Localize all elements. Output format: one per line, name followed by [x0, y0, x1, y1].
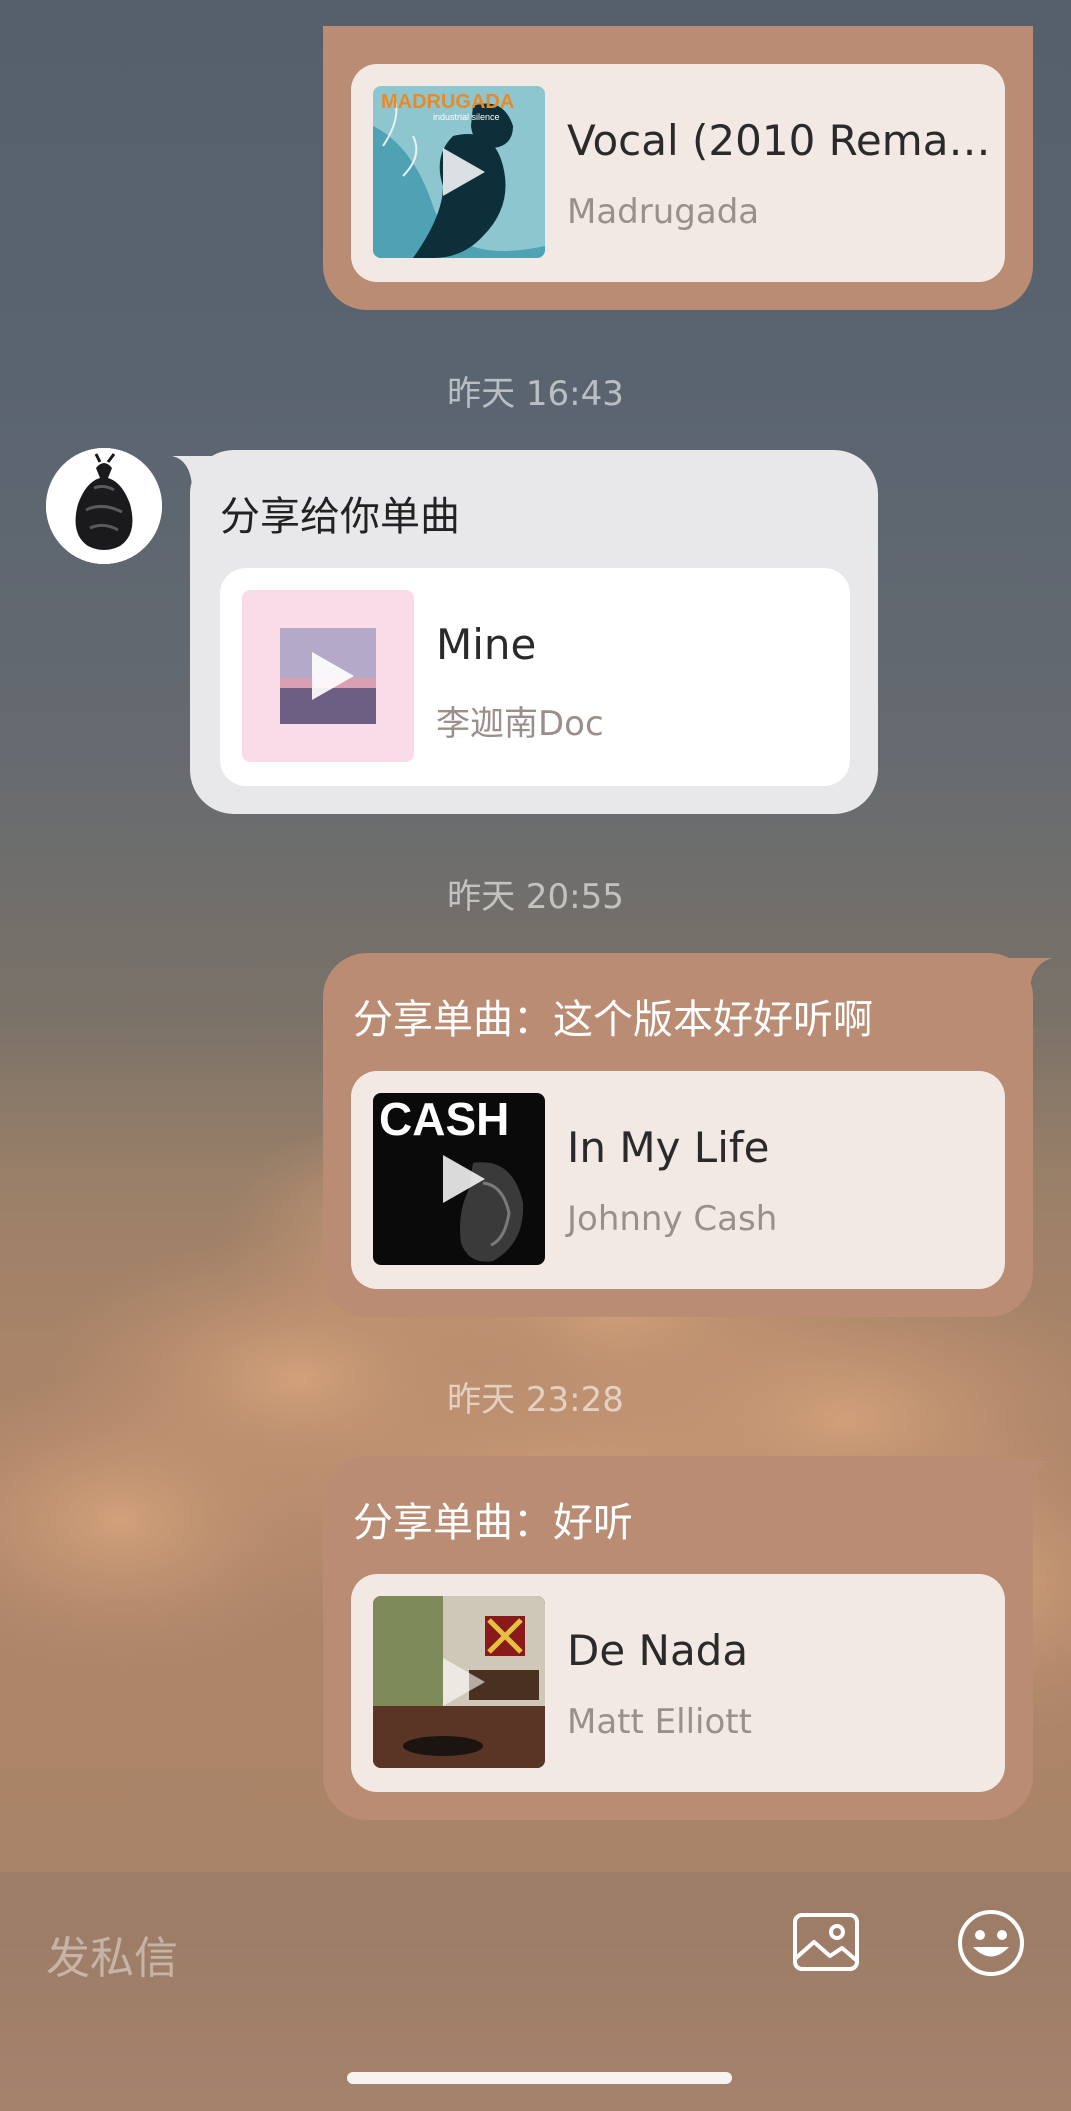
emoji-icon[interactable]: [956, 1908, 1026, 1978]
song-card[interactable]: De Nada Matt Elliott: [351, 1574, 1005, 1792]
song-artist: 李迦南Doc: [436, 704, 604, 744]
play-icon[interactable]: [373, 1596, 545, 1768]
image-icon[interactable]: [792, 1912, 860, 1974]
message-bubble-received: 分享给你单曲 Mine 李迦南Doc: [190, 450, 878, 814]
message-caption: 分享单曲：这个版本好好听啊: [353, 997, 873, 1043]
song-artist: Johnny Cash: [567, 1199, 778, 1239]
play-icon[interactable]: [242, 590, 414, 762]
message-bubble-sent: 分享单曲：好听 De Nada Matt Elliott: [323, 1456, 1033, 1820]
my-avatar-icon[interactable]: [968, 0, 1038, 6]
album-cover: [373, 1596, 545, 1768]
song-card[interactable]: MADRUGADA industrial silence Vocal (2010…: [351, 64, 1005, 282]
timestamp: 昨天 20:55: [447, 877, 624, 917]
song-title: De Nada: [567, 1626, 749, 1675]
timestamp: 昨天 16:43: [447, 374, 624, 414]
song-title: Vocal (2010 Remast…: [567, 116, 991, 165]
play-icon[interactable]: [373, 1093, 545, 1265]
play-icon[interactable]: [373, 86, 545, 258]
song-artist: Madrugada: [567, 192, 760, 232]
message-bubble-sent: 分享单曲：这个版本好好听啊 CASH In My Life Johnny Cas…: [323, 953, 1033, 1317]
timestamp: 昨天 23:28: [447, 1380, 624, 1420]
contact-avatar[interactable]: [46, 448, 162, 564]
song-title: Mine: [436, 620, 537, 669]
message-bubble-sent: MADRUGADA industrial silence Vocal (2010…: [323, 26, 1033, 310]
song-card[interactable]: CASH In My Life Johnny Cash: [351, 1071, 1005, 1289]
song-card[interactable]: Mine 李迦南Doc: [220, 568, 850, 786]
song-title: In My Life: [567, 1123, 770, 1172]
album-cover: CASH: [373, 1093, 545, 1265]
album-cover: [242, 590, 414, 762]
message-caption: 分享单曲：好听: [353, 1500, 633, 1546]
message-list[interactable]: MADRUGADA industrial silence Vocal (2010…: [0, 0, 1071, 1872]
song-artist: Matt Elliott: [567, 1702, 752, 1742]
private-message-input[interactable]: 发私信: [46, 1922, 178, 1986]
home-indicator[interactable]: [347, 2072, 732, 2084]
album-cover: MADRUGADA industrial silence: [373, 86, 545, 258]
trash-bag-icon: [46, 448, 162, 564]
message-caption: 分享给你单曲: [220, 494, 460, 540]
